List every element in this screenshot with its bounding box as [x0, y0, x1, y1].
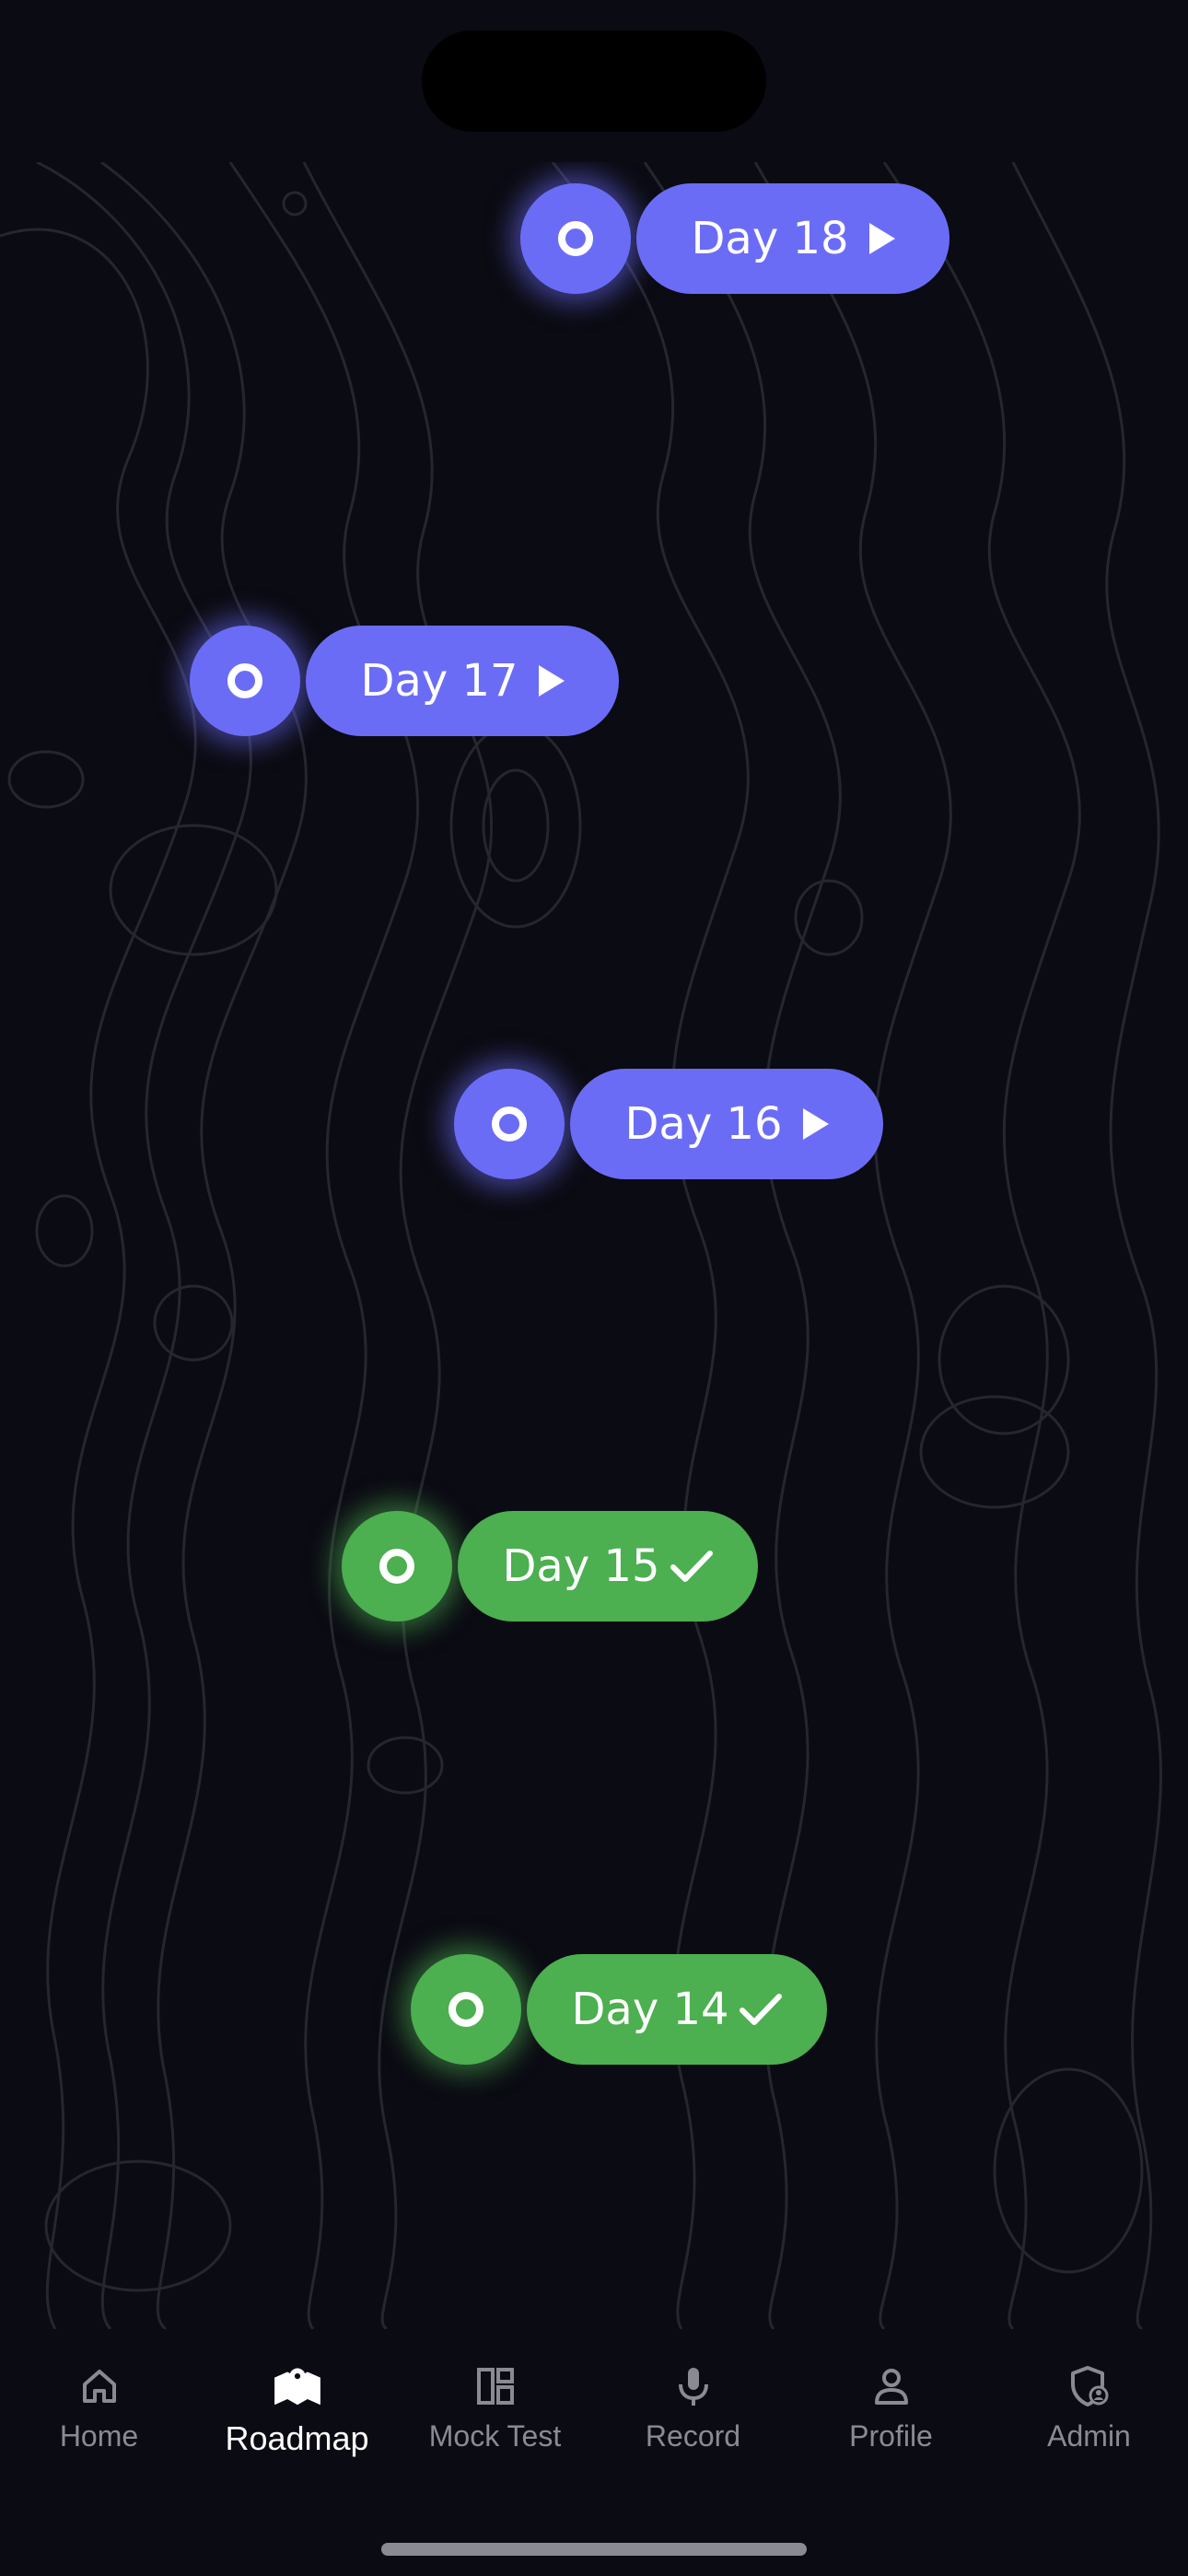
circle-dot-icon [227, 663, 262, 698]
tab-home-label: Home [59, 2419, 139, 2453]
dynamic-island [422, 30, 766, 132]
day-completed-button[interactable]: Day 14 [527, 1954, 827, 2065]
tab-roadmap[interactable]: Roadmap [198, 2360, 396, 2471]
day-label: Day 18 [691, 213, 849, 264]
day-completed-button[interactable]: Day 15 [458, 1511, 758, 1622]
tab-home[interactable]: Home [0, 2360, 198, 2471]
day-node-circle[interactable] [411, 1954, 521, 2065]
play-icon [538, 665, 565, 697]
play-icon [868, 223, 895, 254]
mic-icon [668, 2360, 719, 2412]
circle-dot-icon [448, 1992, 483, 2027]
day-node[interactable]: Day 17 [190, 626, 623, 736]
circle-dot-icon [558, 221, 593, 256]
day-start-button[interactable]: Day 17 [306, 626, 619, 736]
day-node-circle[interactable] [520, 183, 631, 294]
day-start-button[interactable]: Day 16 [570, 1069, 883, 1179]
status-bar [0, 0, 1188, 162]
tab-mock-test-label: Mock Test [428, 2419, 562, 2453]
check-icon [670, 1548, 714, 1585]
map-icon [272, 2360, 323, 2412]
day-node-circle[interactable] [342, 1511, 452, 1622]
day-label: Day 15 [502, 1540, 660, 1592]
tab-admin[interactable]: Admin [990, 2360, 1188, 2471]
check-icon [739, 1991, 783, 2028]
tab-roadmap-label: Roadmap [225, 2419, 369, 2457]
roadmap-map[interactable]: Day 18 Day 17 Day 16 Day 15 Day 14 [0, 162, 1188, 2329]
tab-record[interactable]: Record [594, 2360, 792, 2471]
circle-dot-icon [492, 1107, 527, 1142]
play-icon [802, 1108, 829, 1140]
tab-admin-label: Admin [1047, 2419, 1131, 2453]
day-label: Day 17 [360, 655, 518, 707]
admin-shield-icon [1064, 2360, 1115, 2412]
day-node-circle[interactable] [454, 1069, 565, 1179]
tab-profile-label: Profile [849, 2419, 933, 2453]
day-node[interactable]: Day 18 [520, 183, 953, 294]
circle-dot-icon [379, 1549, 414, 1584]
day-node-circle[interactable] [190, 626, 300, 736]
home-indicator[interactable] [381, 2543, 807, 2556]
tab-profile[interactable]: Profile [792, 2360, 990, 2471]
bottom-tab-bar: Home Roadmap Mock Test Record Profile Ad… [0, 2329, 1188, 2576]
layout-icon [470, 2360, 521, 2412]
day-label: Day 14 [571, 1984, 729, 2035]
day-label: Day 16 [624, 1098, 783, 1150]
home-icon [74, 2360, 125, 2412]
person-icon [866, 2360, 917, 2412]
day-start-button[interactable]: Day 18 [636, 183, 949, 294]
tab-record-label: Record [645, 2419, 741, 2453]
tab-mock-test[interactable]: Mock Test [396, 2360, 594, 2471]
day-node[interactable]: Day 16 [454, 1069, 887, 1179]
day-node[interactable]: Day 14 [411, 1954, 831, 2065]
day-node[interactable]: Day 15 [342, 1511, 762, 1622]
